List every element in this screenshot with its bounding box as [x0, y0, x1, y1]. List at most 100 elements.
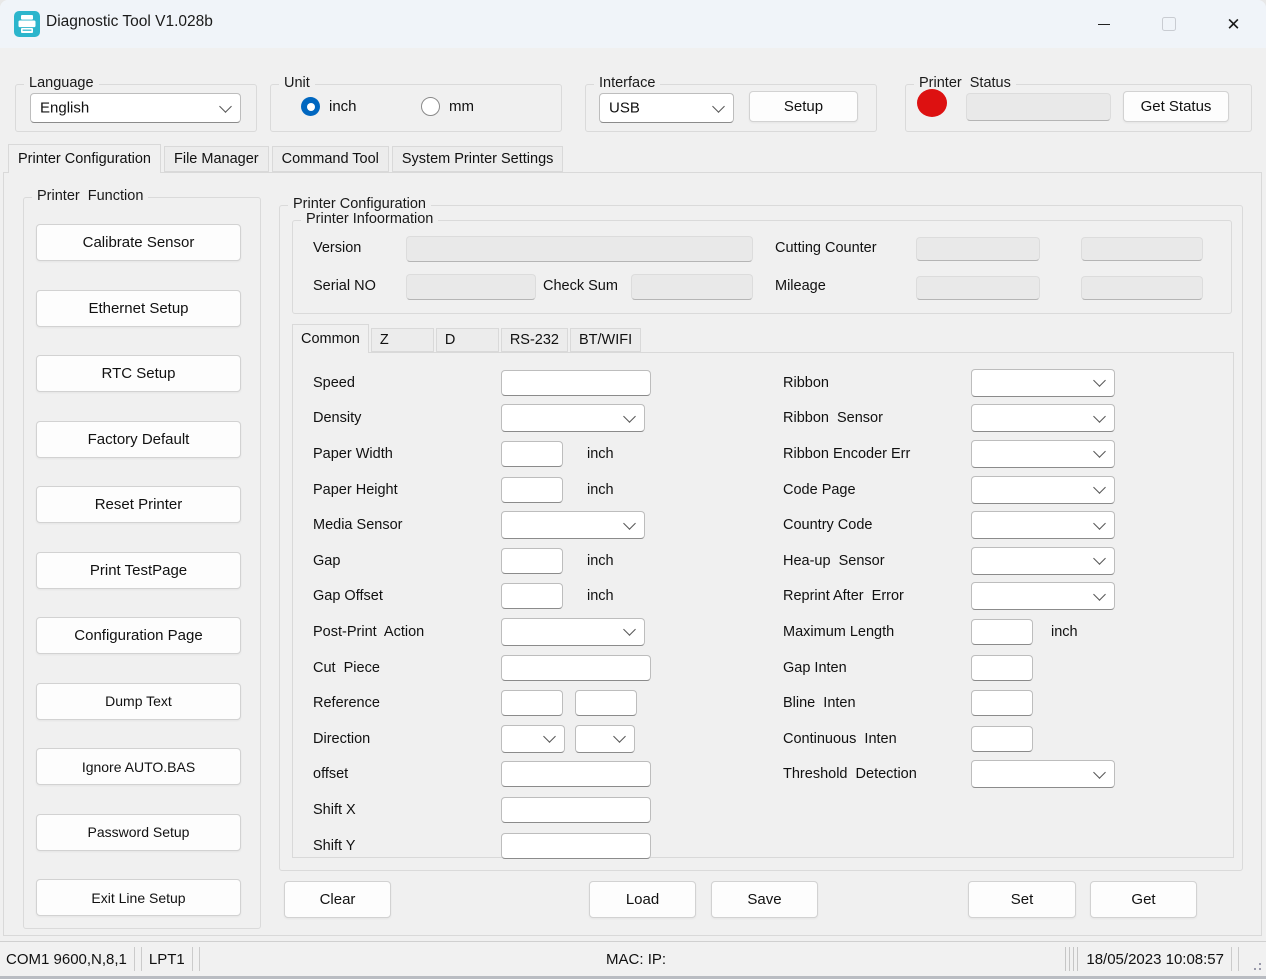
language-select[interactable]: English	[30, 93, 241, 123]
chevron-down-icon	[543, 730, 556, 743]
field-controls	[501, 655, 651, 681]
country-code-select[interactable]	[971, 511, 1115, 539]
paper-width-input[interactable]	[501, 441, 563, 467]
password-setup-button[interactable]: Password Setup	[36, 814, 241, 851]
close-button[interactable]: ✕	[1201, 0, 1266, 48]
field-row-direction: Direction	[313, 721, 768, 757]
minimize-button[interactable]	[1071, 0, 1136, 48]
field-label: Shift Y	[313, 838, 501, 854]
unit-inch-radio[interactable]: inch	[301, 97, 357, 116]
get-status-button[interactable]: Get Status	[1123, 91, 1229, 122]
bline-inten-input[interactable]	[971, 690, 1033, 716]
get-button[interactable]: Get	[1090, 881, 1197, 918]
field-controls	[971, 547, 1115, 575]
density-select[interactable]	[501, 404, 645, 432]
field-controls	[971, 440, 1115, 468]
printer-information-group-label: Printer Infoormation	[301, 211, 438, 227]
gap-inten-input[interactable]	[971, 655, 1033, 681]
language-value: English	[40, 100, 89, 117]
clear-button[interactable]: Clear	[284, 881, 391, 918]
tab-command-tool[interactable]: Command Tool	[272, 146, 389, 172]
chevron-down-icon	[1093, 446, 1106, 459]
minimize-icon	[1098, 24, 1110, 25]
gap-offset-input[interactable]	[501, 583, 563, 609]
offset-input[interactable]	[501, 761, 651, 787]
field-controls	[501, 618, 645, 646]
hea-up-sensor-select[interactable]	[971, 547, 1115, 575]
reference-input-1[interactable]	[501, 690, 563, 716]
reset-printer-button[interactable]: Reset Printer	[36, 486, 241, 523]
cut-piece-input[interactable]	[501, 655, 651, 681]
ribbon-encoder-err-select[interactable]	[971, 440, 1115, 468]
mileage-field-1	[916, 276, 1040, 300]
maximum-length-input[interactable]	[971, 619, 1033, 645]
field-row-maximum-length: Maximum Lengthinch	[783, 614, 1223, 650]
printer-configuration-group: Printer Configuration Printer Infoormati…	[279, 205, 1243, 871]
post-print-action-select[interactable]	[501, 618, 645, 646]
gap-input[interactable]	[501, 548, 563, 574]
resize-grip[interactable]	[1250, 959, 1263, 972]
ignore-auto-bas-button[interactable]: Ignore AUTO.BAS	[36, 748, 241, 785]
field-controls: inch	[501, 441, 614, 467]
ethernet-setup-button[interactable]: Ethernet Setup	[36, 290, 241, 327]
save-button[interactable]: Save	[711, 881, 818, 918]
field-label: Ribbon Sensor	[783, 410, 971, 426]
field-label: Threshold Detection	[783, 766, 971, 782]
subtab-rs-232[interactable]: RS-232	[501, 328, 568, 352]
dump-text-button[interactable]: Dump Text	[36, 683, 241, 720]
chevron-down-icon	[1093, 766, 1106, 779]
tab-file-manager[interactable]: File Manager	[164, 146, 269, 172]
ribbon-select[interactable]	[971, 369, 1115, 397]
unit-mm-radio[interactable]: mm	[421, 97, 474, 116]
field-row-cut-piece: Cut Piece	[313, 650, 768, 686]
speed-input[interactable]	[501, 370, 651, 396]
chevron-down-icon	[623, 624, 636, 637]
field-label: Reference	[313, 695, 501, 711]
unit-label: inch	[1051, 624, 1078, 640]
setup-button[interactable]: Setup	[749, 91, 858, 122]
chevron-down-icon	[1093, 481, 1106, 494]
load-button[interactable]: Load	[589, 881, 696, 918]
printer-configuration-group-label: Printer Configuration	[288, 196, 431, 212]
direction-select-1[interactable]	[501, 725, 565, 753]
exit-line-setup-button[interactable]: Exit Line Setup	[36, 879, 241, 916]
calibrate-sensor-button[interactable]: Calibrate Sensor	[36, 224, 241, 261]
shift-x-input[interactable]	[501, 797, 651, 823]
reference-input-2[interactable]	[575, 690, 637, 716]
media-sensor-select[interactable]	[501, 511, 645, 539]
unit-label: inch	[587, 553, 614, 569]
status-bar: COM1 9600,N,8,1 LPT1 MAC: IP: 18/05/2023…	[0, 941, 1266, 979]
chevron-down-icon	[1093, 517, 1106, 530]
field-controls	[971, 369, 1115, 397]
close-icon: ✕	[1226, 16, 1240, 33]
factory-default-button[interactable]: Factory Default	[36, 421, 241, 458]
tab-printer-configuration[interactable]: Printer Configuration	[8, 144, 161, 173]
subtab-bt-wifi[interactable]: BT/WIFI	[570, 328, 641, 352]
subtab-d[interactable]: D	[436, 328, 499, 352]
continuous-inten-input[interactable]	[971, 726, 1033, 752]
com-port-status: COM1 9600,N,8,1	[6, 951, 127, 968]
configuration-page-button[interactable]: Configuration Page	[36, 617, 241, 654]
field-controls	[501, 404, 645, 432]
reprint-after-error-select[interactable]	[971, 582, 1115, 610]
paper-height-input[interactable]	[501, 477, 563, 503]
print-testpage-button[interactable]: Print TestPage	[36, 552, 241, 589]
subtab-z[interactable]: Z	[371, 328, 434, 352]
set-button[interactable]: Set	[968, 881, 1076, 918]
tab-system-printer-settings[interactable]: System Printer Settings	[392, 146, 564, 172]
interface-select[interactable]: USB	[599, 93, 734, 123]
printer-icon	[14, 11, 40, 37]
code-page-select[interactable]	[971, 476, 1115, 504]
shift-y-input[interactable]	[501, 833, 651, 859]
field-label: Post-Print Action	[313, 624, 501, 640]
window-controls: ✕	[1071, 0, 1266, 48]
threshold-detection-select[interactable]	[971, 760, 1115, 788]
field-controls: inch	[501, 548, 614, 574]
ribbon-sensor-select[interactable]	[971, 404, 1115, 432]
rtc-setup-button[interactable]: RTC Setup	[36, 355, 241, 392]
subtab-common[interactable]: Common	[292, 324, 369, 353]
direction-select-2[interactable]	[575, 725, 635, 753]
chevron-down-icon	[613, 730, 626, 743]
field-label: offset	[313, 766, 501, 782]
maximize-button[interactable]	[1136, 0, 1201, 48]
